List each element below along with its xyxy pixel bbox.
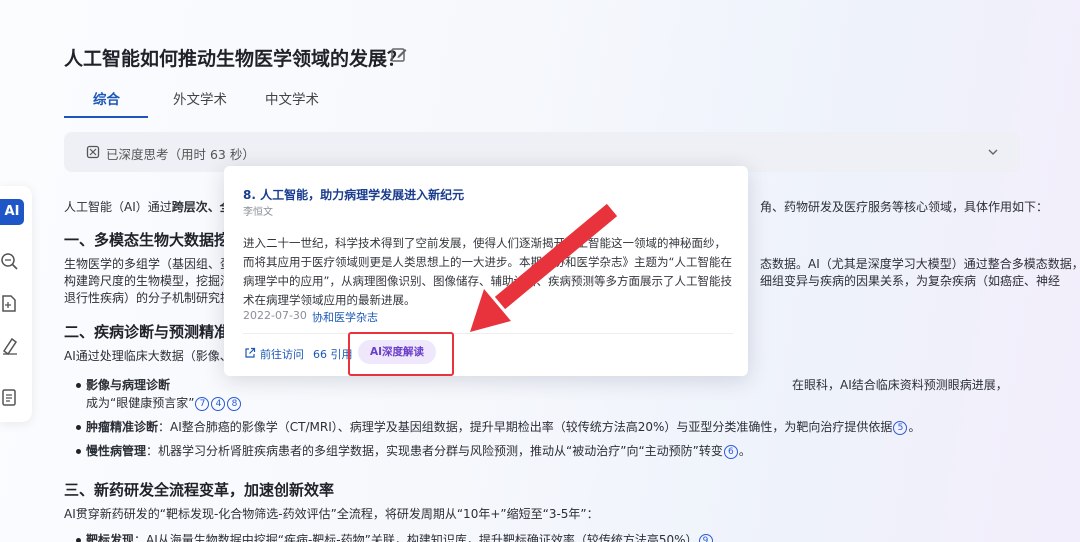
bullet-dot: [76, 425, 81, 430]
citation-count-link[interactable]: 66 引用: [313, 346, 353, 362]
bullet-target-discovery: 靶标发现：AI从海量生物数据中挖掘“疾病-靶标-药物”关联，构建知识库，提升靶标…: [86, 532, 714, 542]
bullet-dot: [76, 449, 81, 454]
document-add-icon[interactable]: [0, 294, 20, 314]
ai-logo[interactable]: AI: [0, 199, 24, 225]
reference-title[interactable]: 8. 人工智能，助力病理学发展进入新纪元: [243, 186, 464, 203]
section-heading-3: 三、新药研发全流程变革，加速创新效率: [64, 481, 335, 499]
section3-intro: AI贯穿新药研发的“靶标发现-化合物筛选-药效评估”全流程，将研发周期从“10年…: [64, 507, 599, 521]
thinking-icon: [86, 145, 100, 159]
tab-foreign-academic[interactable]: 外文学术: [173, 88, 227, 108]
edit-icon[interactable]: [390, 46, 408, 64]
tab-chinese-academic[interactable]: 中文学术: [265, 88, 319, 108]
visit-link[interactable]: 前往访问: [260, 346, 304, 362]
intro-paragraph-end: 角、药物研发及医疗服务等核心领域，具体作用如下：: [760, 200, 1049, 214]
section1-line3: 退行性疾病）的分子机制研究提: [64, 291, 233, 305]
search-zoom-icon[interactable]: [0, 252, 20, 272]
section1-line2-end: 细组变异与疾病的因果关系，为复杂疾病（如癌症、神经: [760, 274, 1061, 288]
reference-date: 2022-07-30: [243, 309, 307, 322]
divider: [243, 333, 733, 334]
bullet-imaging-line2: 成为“眼健康预言家” 7 4 8: [86, 395, 242, 411]
tab-comprehensive[interactable]: 综合: [93, 88, 120, 108]
active-tab-indicator: [64, 116, 148, 118]
section1-line2: 构建跨尺度的生物模型，挖掘潜: [64, 274, 233, 288]
citation-8[interactable]: 8: [227, 396, 242, 411]
reference-abstract: 进入二十一世纪，科学技术得到了空前发展，使得人们逐渐揭开人工智能这一领域的神秘面…: [243, 236, 732, 307]
citation-6[interactable]: 6: [723, 444, 738, 459]
bullet-imaging-label: 影像与病理诊断: [86, 378, 171, 392]
citation-7[interactable]: 7: [195, 396, 210, 411]
left-toolbar: AI: [0, 186, 32, 422]
citation-4[interactable]: 4: [211, 396, 226, 411]
document-list-icon[interactable]: [0, 388, 20, 408]
citation-9[interactable]: 9: [698, 533, 713, 542]
reference-popup: 8. 人工智能，助力病理学发展进入新纪元 李恒文 进入二十一世纪，科学技术得到了…: [224, 166, 748, 376]
section1-line1: 生物医学的多组学（基因组、蛋白: [64, 257, 245, 271]
bullet-tumor-diagnosis: 肿瘤精准诊断：AI整合肺癌的影像学（CT/MRI）、病理学及基因组数据，提升早期…: [86, 420, 921, 435]
ai-deep-read-button[interactable]: AI深度解读: [358, 340, 436, 364]
bullet-dot: [76, 538, 81, 542]
section1-line1-end: 态数据。AI（尤其是深度学习大模型）通过整合多模态数据，: [760, 257, 1080, 271]
section-heading-2: 二、疾病诊断与预测精准: [64, 323, 230, 341]
bullet-dot: [76, 383, 81, 388]
external-link-icon[interactable]: [244, 347, 256, 359]
reference-journal-link[interactable]: 协和医学杂志: [312, 309, 378, 325]
edit-clean-icon[interactable]: [0, 336, 20, 356]
reference-author: 李恒文: [243, 207, 273, 218]
section-heading-1: 一、多模态生物大数据挖: [64, 231, 230, 249]
bullet-chronic-disease: 慢性病管理：机器学习分析肾脏疾病患者的多组学数据，实现患者分群与风险预测，推动从…: [86, 444, 751, 459]
intro-paragraph: 人工智能（AI）通过跨层次、全流: [64, 200, 244, 214]
citation-5[interactable]: 5: [893, 420, 908, 435]
section2-intro: AI通过处理临床大数据（影像、电: [64, 349, 244, 363]
bullet-imaging-end: 在眼科，AI结合临床资料预测眼病进展，: [792, 378, 1008, 392]
thinking-status: 已深度思考（用时 63 秒）: [106, 147, 255, 162]
chevron-down-icon[interactable]: [986, 145, 1000, 159]
page-title: 人工智能如何推动生物医学领域的发展？: [64, 48, 407, 70]
